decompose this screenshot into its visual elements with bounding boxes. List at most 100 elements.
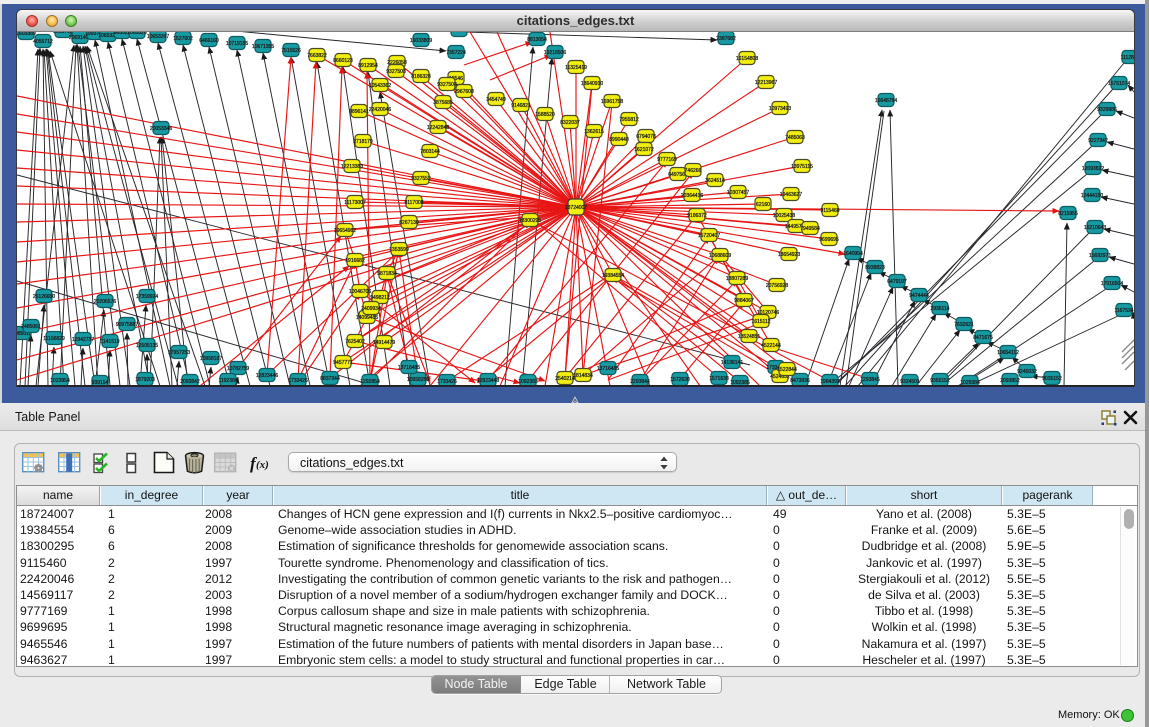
svg-text:10307457: 10307457 bbox=[727, 190, 749, 196]
svg-text:2409934: 2409934 bbox=[361, 306, 381, 312]
svg-text:13975115: 13975115 bbox=[791, 164, 813, 170]
svg-text:9146821: 9146821 bbox=[511, 103, 531, 109]
svg-text:9327552: 9327552 bbox=[411, 176, 431, 182]
svg-text:10719185: 10719185 bbox=[226, 41, 248, 47]
svg-text:20756928: 20756928 bbox=[766, 283, 788, 289]
svg-text:1065322: 1065322 bbox=[449, 32, 469, 34]
svg-text:7955812: 7955812 bbox=[619, 117, 639, 123]
svg-text:8186328: 8186328 bbox=[411, 74, 431, 80]
svg-text:8322037: 8322037 bbox=[560, 120, 580, 126]
svg-text:1572638: 1572638 bbox=[670, 377, 690, 383]
svg-text:20364416: 20364416 bbox=[681, 193, 703, 199]
svg-text:18807289: 18807289 bbox=[726, 276, 748, 282]
svg-text:10782759: 10782759 bbox=[227, 366, 249, 372]
svg-text:15720407: 15720407 bbox=[698, 233, 720, 239]
svg-text:1621072: 1621072 bbox=[634, 147, 654, 153]
svg-text:1733426: 1733426 bbox=[288, 378, 308, 384]
svg-text:12505135: 12505135 bbox=[136, 343, 158, 349]
svg-text:17016504: 17016504 bbox=[1101, 281, 1123, 287]
svg-text:3624514: 3624514 bbox=[705, 178, 725, 184]
svg-text:1640954: 1640954 bbox=[843, 251, 863, 257]
svg-text:7515526: 7515526 bbox=[281, 48, 301, 54]
svg-text:1353599: 1353599 bbox=[389, 247, 409, 253]
svg-text:16154808: 16154808 bbox=[736, 56, 758, 62]
svg-text:20053346: 20053346 bbox=[150, 126, 172, 132]
svg-text:1522844: 1522844 bbox=[777, 367, 797, 373]
svg-text:8117008: 8117008 bbox=[404, 200, 423, 206]
svg-text:9115460: 9115460 bbox=[820, 208, 839, 214]
svg-text:19654982: 19654982 bbox=[334, 228, 356, 234]
svg-text:2485061: 2485061 bbox=[21, 324, 41, 330]
svg-text:8813054: 8813054 bbox=[527, 37, 547, 43]
svg-text:16033809: 16033809 bbox=[410, 38, 432, 44]
svg-text:8215955: 8215955 bbox=[1058, 211, 1078, 217]
svg-text:10653267: 10653267 bbox=[147, 34, 169, 40]
svg-text:90975887: 90975887 bbox=[116, 322, 138, 328]
svg-text:7949584: 7949584 bbox=[800, 226, 820, 232]
svg-text:26126650: 26126650 bbox=[33, 294, 55, 300]
svg-text:12242848: 12242848 bbox=[427, 125, 449, 131]
svg-text:19218506: 19218506 bbox=[544, 50, 566, 56]
svg-text:11325419: 11325419 bbox=[565, 65, 587, 71]
svg-text:12093822: 12093822 bbox=[1082, 166, 1104, 172]
svg-text:19463627: 19463627 bbox=[780, 192, 802, 198]
svg-text:10046706: 10046706 bbox=[349, 289, 371, 295]
svg-text:10958283: 10958283 bbox=[407, 377, 429, 383]
svg-text:13716485: 13716485 bbox=[597, 366, 619, 372]
svg-text:2718179: 2718179 bbox=[353, 139, 373, 145]
svg-text:15751074: 15751074 bbox=[1108, 81, 1130, 87]
svg-text:8990448: 8990448 bbox=[609, 137, 629, 143]
svg-text:12213383: 12213383 bbox=[341, 164, 363, 170]
svg-text:9699695: 9699695 bbox=[819, 237, 839, 243]
svg-text:9035152: 9035152 bbox=[1042, 376, 1062, 382]
svg-text:6794078: 6794078 bbox=[636, 134, 656, 140]
svg-text:1065326: 1065326 bbox=[127, 32, 147, 36]
svg-text:9355152: 9355152 bbox=[930, 378, 950, 384]
svg-text:20206576: 20206576 bbox=[94, 299, 116, 305]
svg-text:22420046: 22420046 bbox=[369, 107, 391, 113]
svg-text:9457771: 9457771 bbox=[333, 360, 353, 366]
svg-text:10688609: 10688609 bbox=[709, 253, 731, 259]
svg-text:2387682: 2387682 bbox=[716, 36, 736, 42]
svg-text:8267130: 8267130 bbox=[399, 220, 419, 226]
svg-text:9474444: 9474444 bbox=[909, 293, 929, 299]
svg-text:7632621: 7632621 bbox=[954, 322, 974, 328]
svg-text:17359924: 17359924 bbox=[136, 294, 158, 300]
svg-text:10654112: 10654112 bbox=[997, 350, 1019, 356]
svg-text:7485063: 7485063 bbox=[785, 135, 805, 141]
svg-text:2935114: 2935114 bbox=[930, 306, 949, 312]
svg-text:16210643: 16210643 bbox=[1084, 225, 1106, 231]
svg-text:1527602: 1527602 bbox=[173, 36, 193, 42]
svg-text:17957253: 17957253 bbox=[168, 350, 190, 356]
svg-text:12213967: 12213967 bbox=[755, 80, 777, 86]
svg-text:15692971: 15692971 bbox=[1089, 253, 1111, 259]
svg-text:10671355: 10671355 bbox=[252, 44, 274, 50]
svg-text:14099485: 14099485 bbox=[356, 315, 378, 321]
svg-text:1571638: 1571638 bbox=[709, 376, 729, 382]
svg-text:11173007: 11173007 bbox=[344, 200, 366, 206]
svg-text:13654923: 13654923 bbox=[778, 252, 800, 258]
svg-text:8938823: 8938823 bbox=[865, 265, 885, 271]
svg-text:4055712: 4055712 bbox=[33, 39, 53, 45]
svg-text:12823446: 12823446 bbox=[256, 373, 278, 379]
svg-text:1192384: 1192384 bbox=[218, 378, 237, 384]
svg-text:7663822: 7663822 bbox=[307, 53, 327, 59]
svg-text:9498212: 9498212 bbox=[370, 295, 390, 301]
svg-text:5871834: 5871834 bbox=[377, 271, 397, 277]
svg-text:8837344: 8837344 bbox=[320, 376, 340, 382]
svg-text:1615112: 1615112 bbox=[751, 319, 770, 325]
svg-text:13524851: 13524851 bbox=[738, 334, 760, 340]
svg-text:(x): (x) bbox=[256, 459, 269, 471]
svg-text:3875685: 3875685 bbox=[433, 100, 453, 106]
svg-text:12444150: 12444150 bbox=[1081, 193, 1103, 199]
svg-text:1023954: 1023954 bbox=[50, 378, 70, 384]
svg-text:2540214: 2540214 bbox=[555, 376, 575, 382]
svg-text:19384554: 19384554 bbox=[602, 273, 624, 279]
svg-text:9896141: 9896141 bbox=[349, 109, 369, 115]
svg-text:10025438: 10025438 bbox=[773, 213, 795, 219]
svg-text:9227342: 9227342 bbox=[1088, 138, 1108, 144]
svg-text:18640910: 18640910 bbox=[581, 81, 603, 87]
svg-text:4522144: 4522144 bbox=[761, 343, 781, 349]
svg-text:7803144: 7803144 bbox=[420, 149, 440, 155]
svg-text:10973493: 10973493 bbox=[769, 106, 791, 112]
